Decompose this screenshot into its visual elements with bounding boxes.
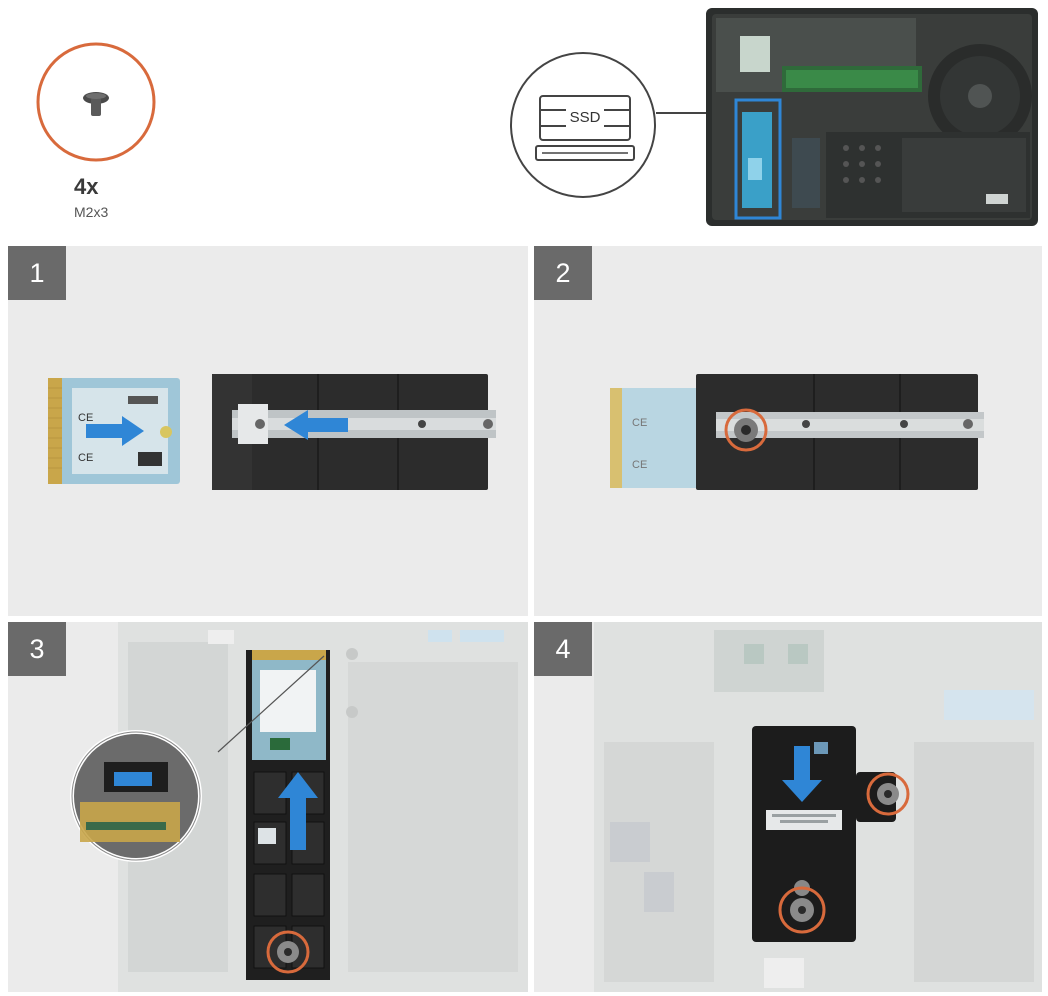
svg-text:CE: CE	[632, 417, 647, 429]
step-3-panel: 3	[8, 622, 528, 992]
zoom-inset	[70, 730, 202, 862]
step-2-panel: 2 CE CE	[534, 246, 1042, 616]
step-4-illustration	[594, 622, 1042, 992]
step-1-panel: 1 CE CE	[8, 246, 528, 616]
step-3-illustration	[70, 622, 528, 992]
svg-text:CE: CE	[632, 459, 647, 471]
svg-text:CE: CE	[78, 412, 93, 424]
screw-size: M2x3	[74, 204, 109, 220]
ssd-legend-label: SSD	[569, 109, 601, 126]
screw-callout	[34, 40, 158, 164]
svg-text:CE: CE	[78, 452, 93, 464]
ssd-legend: SSD	[508, 50, 658, 200]
step-1-illustration: CE CE	[48, 374, 496, 490]
heatsink-plate	[212, 374, 496, 490]
screw-icon	[36, 42, 156, 162]
laptop-chassis-image	[706, 8, 1038, 226]
screw-quantity: 4x	[74, 174, 99, 199]
step-4-panel: 4	[534, 622, 1042, 992]
step-2-illustration: CE CE	[610, 374, 984, 490]
